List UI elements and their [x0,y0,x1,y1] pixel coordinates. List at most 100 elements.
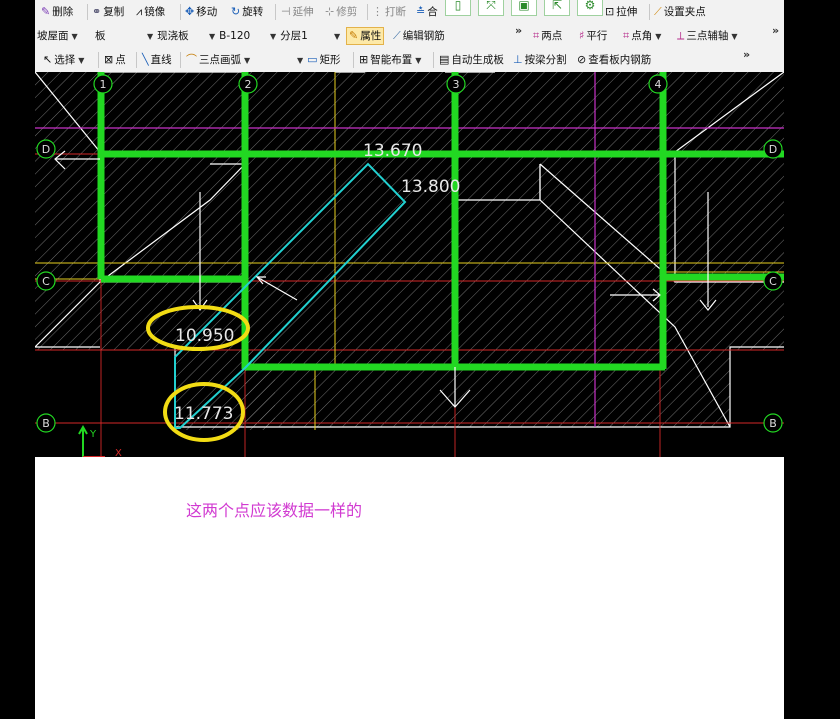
settings-float-button[interactable]: ⚙ [577,0,603,16]
pencil-icon: ✎ [41,5,51,18]
component-toolbar: 坡屋面 ▼ 板 ▼ 现浇板 ▼ B-120 ▼ 分层1 ▼ ✎ 属性 ⟋ 编辑钢筋 » ⌗ 两… [35,24,784,49]
separator [98,52,99,68]
axis-label-d-left: D [42,143,50,156]
elevation-label: 13.800 [401,177,460,197]
separator [433,52,434,68]
auto-slab-button[interactable]: ▤ 自动生成板 [439,52,504,68]
stretch-button[interactable]: ⊡ 拉伸 [605,4,637,20]
elevation-label: 10.950 [175,326,234,346]
axis-label-4: 4 [655,78,662,91]
three-point-axis-button[interactable]: ⟂ 三点辅轴 ▼ [677,28,738,44]
copy-button[interactable]: ⚭ 复制 [92,4,124,20]
axis-label-2: 2 [245,78,252,91]
copy-icon: ⚭ [92,5,102,18]
separator [87,4,88,20]
parallel-button[interactable]: ♯ 平行 [579,28,607,44]
split-by-beam-button[interactable]: ⊥ 按梁分割 [513,52,567,68]
arc-icon: ⌒ [186,53,197,66]
rebar-icon: ⟋ [393,29,401,42]
point-angle-icon: ⌗ [623,29,630,42]
layer-select[interactable]: ▼ 分层1 [270,28,308,44]
break-button[interactable]: ⋮ 打断 [372,4,406,20]
point-button[interactable]: ⊠ 点 [104,52,126,68]
grid-icon: ⊞ [359,53,369,66]
chevron-down-icon: ▼ [415,56,422,65]
axis-label-d-right: D [769,143,777,156]
slab-type-select[interactable]: ▼ 现浇板 [147,28,189,44]
axis-label-c-left: C [42,275,50,288]
trim-button[interactable]: ⊹ 修剪 [325,4,357,20]
rect-button[interactable]: ▼ ▭ 矩形 [297,52,341,68]
expand-icon: ⤧ [486,0,496,12]
floor-select[interactable]: 坡屋面 ▼ [37,28,78,44]
move-button[interactable]: ✥ 移动 [185,4,217,20]
chevron-down-icon: ▼ [209,32,216,41]
cad-canvas[interactable]: 1 2 3 4 D D C C B B 13.670 13.800 10.950… [35,72,784,457]
chevron-down-icon: ▼ [147,32,154,41]
axis-label-1: 1 [100,78,107,91]
export-float-button[interactable]: ⇱ [544,0,570,16]
two-points-button[interactable]: ⌗ 两点 [533,28,562,44]
ucs-y-label: Y [89,429,97,440]
separator [136,52,137,68]
view-rebar-button[interactable]: ⊘ 查看板内钢筋 [577,52,651,68]
trim-icon: ⊹ [325,5,335,18]
overflow-chevron-icon[interactable]: » [772,24,779,37]
ucs-x-label: X [115,448,122,457]
two-points-icon: ⌗ [533,29,540,42]
separator [649,4,650,20]
extend-button[interactable]: ⊣ 延伸 [281,4,314,20]
fit-view-float-button[interactable]: ⤧ [478,0,504,16]
set-grip-button[interactable]: ⟋ 设置夹点 [654,4,706,20]
empty-region [175,430,730,457]
grip-icon: ⟋ [654,5,662,18]
mirror-button[interactable]: ⩘ 镜像 [136,4,165,20]
separator [353,52,354,68]
overflow-chevron-icon[interactable]: » [743,48,750,61]
disk-float-button[interactable]: ▣ [511,0,537,16]
separator [275,4,276,20]
mirror-icon: ⩘ [136,5,143,18]
view-icon: ⊘ [577,53,587,66]
post-annotation: 这两个点应该数据一样的 [186,501,363,520]
save-float-button[interactable]: ▯ [445,0,471,16]
move-icon: ✥ [185,5,195,18]
layer-dropdown-arrow[interactable]: ▼ [331,28,340,44]
slab-region [35,72,784,350]
axis-icon: ⟂ [677,29,685,42]
draw-toolbar: ↖ 选择 ▼ ⊠ 点 ╲ 直线 ⌒ 三点画弧 ▼ ▼ ▭ 矩形 ⊞ 智能布置 ▼ ▤ 自动生成板 ⊥ 按… [35,48,784,73]
forum-post-image: ✎ 删除 ⚭ 复制 ⩘ 镜像 ✥ 移动 ↻ 旋转 ⊣ 延伸 ⊹ 修剪 ⋮ 打断 ≛ 合 ▯ ⤧ ▣… [35,0,784,719]
elevation-label: 11.773 [174,404,233,424]
cursor-icon: ↖ [43,53,53,66]
separator [180,52,181,68]
line-button[interactable]: ╲ 直线 [142,52,172,68]
edit-toolbar: ✎ 删除 ⚭ 复制 ⩘ 镜像 ✥ 移动 ↻ 旋转 ⊣ 延伸 ⊹ 修剪 ⋮ 打断 ≛ 合 ▯ ⤧ ▣… [35,0,784,25]
chevron-down-icon: ▼ [655,32,662,41]
merge-icon: ≛ [416,5,426,18]
properties-button[interactable]: ✎ 属性 [346,27,385,45]
slab-icon: ▤ [439,53,450,66]
arc-button[interactable]: ⌒ 三点画弧 ▼ [186,52,250,68]
chevron-down-icon: ▼ [731,32,738,41]
select-button[interactable]: ↖ 选择 ▼ [43,52,84,68]
category-select[interactable]: 板 [95,28,145,44]
line-icon: ╲ [142,53,149,66]
merge-button[interactable]: ≛ 合 [416,4,438,20]
break-icon: ⋮ [372,5,383,18]
elevation-label: 13.670 [363,141,422,161]
overflow-chevron-icon[interactable]: » [515,24,522,37]
parallel-icon: ♯ [579,29,585,42]
axis-label-3: 3 [453,78,460,91]
chevron-down-icon: ▼ [244,56,251,65]
delete-button[interactable]: ✎ 删除 [41,4,73,20]
slab-region [245,350,730,427]
smart-layout-button[interactable]: ⊞ 智能布置 ▼ [359,52,421,68]
spec-select[interactable]: ▼ B-120 [209,28,250,44]
separator [367,4,368,20]
axis-label-b-right: B [769,417,777,430]
axis-label-c-right: C [769,275,777,288]
chevron-down-icon: ▼ [270,32,277,41]
rotate-button[interactable]: ↻ 旋转 [231,4,263,20]
edit-rebar-button[interactable]: ⟋ 编辑钢筋 [393,28,445,44]
point-angle-button[interactable]: ⌗ 点角 ▼ [623,28,661,44]
